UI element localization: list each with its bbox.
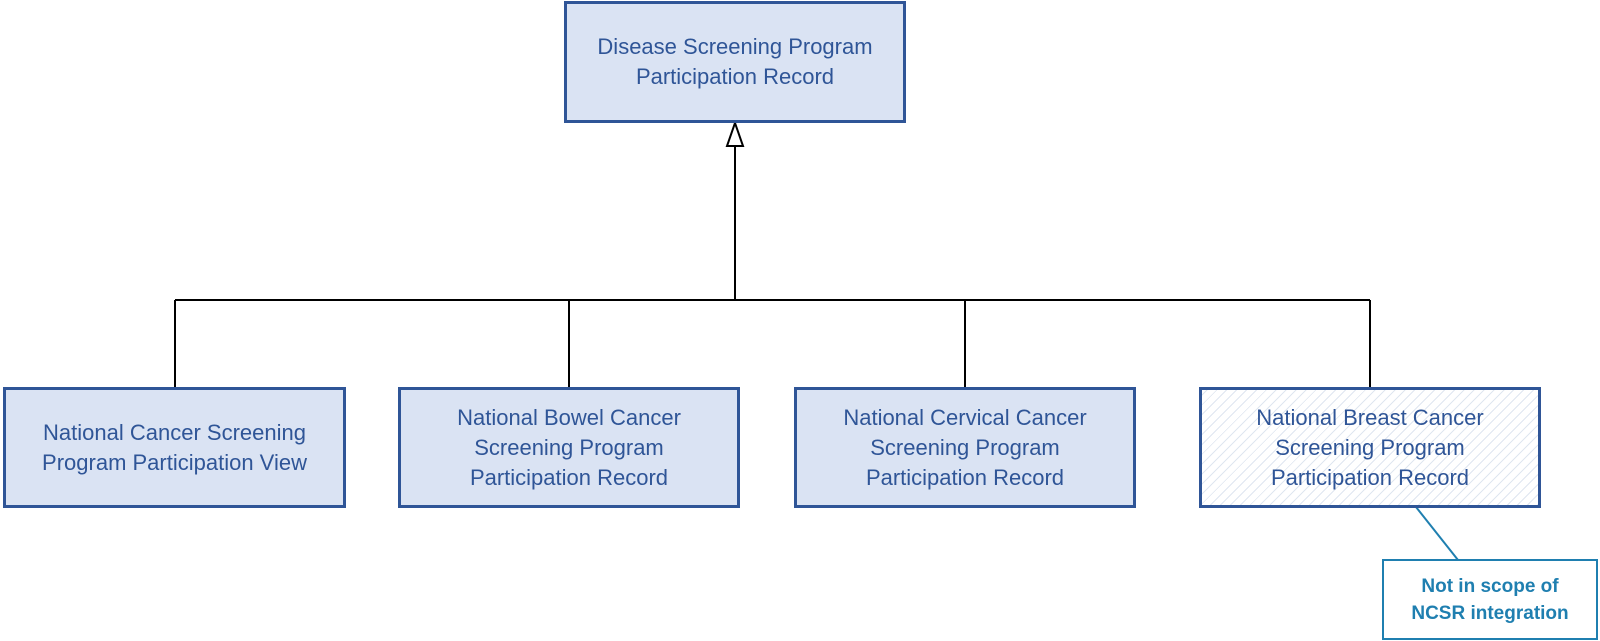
child-4-label-line-1: National Breast Cancer <box>1256 404 1484 430</box>
child-3-label-line-3: Participation Record <box>865 464 1065 490</box>
generalization-arrowhead <box>725 119 745 147</box>
child-4-label-line-3: Participation Record <box>1270 464 1470 490</box>
parent-class-label-line-2: Participation Record <box>635 64 835 89</box>
child-3-label-line-2: Screening Program <box>870 434 1060 460</box>
child-3-label-line-1: National Cervical Cancer <box>843 404 1087 430</box>
scope-note-box: Not in scope of NCSR integration <box>1382 559 1598 640</box>
parent-class-label-line-1: Disease Screening Program <box>597 34 873 59</box>
parent-class-box: Disease Screening Program Participation … <box>564 1 906 123</box>
child-4-label-line-2: Screening Program <box>1275 434 1465 460</box>
child-class-box-bowel-cancer: National Bowel Cancer Screening Program … <box>398 387 740 508</box>
child-class-box-cervical-cancer: National Cervical Cancer Screening Progr… <box>794 387 1136 508</box>
child-1-label-line-1: National Cancer Screening <box>43 419 306 445</box>
child-2-label-line-3: Participation Record <box>469 464 669 490</box>
child-2-label-line-1: National Bowel Cancer <box>457 404 681 430</box>
child-class-box-breast-cancer: National Breast Cancer Screening Program… <box>1199 387 1541 508</box>
child-2-label-line-2: Screening Program <box>474 434 664 460</box>
child-class-box-cancer-screening-view: National Cancer Screening Program Partic… <box>3 387 346 508</box>
child-1-label-line-2: Program Participation View <box>42 449 307 475</box>
scope-note-line-2: NCSR integration <box>1411 602 1569 624</box>
scope-note-line-1: Not in scope of <box>1421 575 1559 597</box>
note-anchor-line <box>1415 506 1459 561</box>
